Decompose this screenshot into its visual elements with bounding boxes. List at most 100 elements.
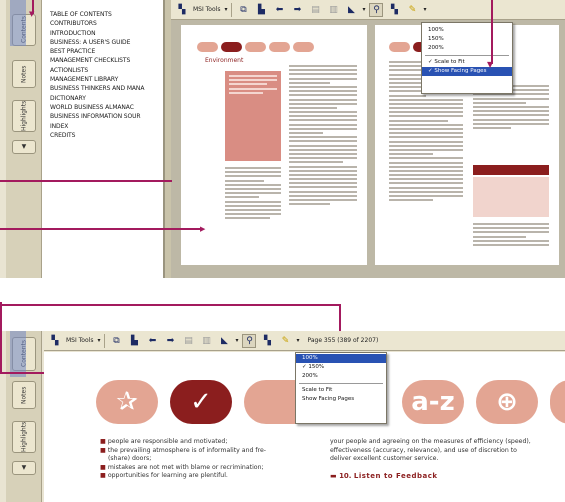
facing-pages-icon[interactable]: ▥ bbox=[326, 3, 340, 17]
callout-pointer bbox=[491, 0, 493, 64]
tab-notes-label: Notes bbox=[20, 65, 28, 83]
toc-item[interactable]: MANAGEMENT LIBRARY bbox=[50, 75, 163, 84]
arrow-down-icon: ▼ bbox=[29, 10, 35, 18]
top-toolbar: ▚ MSI Tools ▾ ⧉ ▙ ⬅ ➡ ▤ ▥ ◣ ▾ ⚲ ▚ ✎ ▾ bbox=[171, 0, 565, 20]
single-page-icon[interactable]: ▤ bbox=[181, 334, 195, 348]
bookmark-icon[interactable]: ◣ bbox=[344, 3, 358, 17]
arrow-down-icon: ▼ bbox=[487, 60, 494, 69]
zoom-icon[interactable]: ⚲ bbox=[242, 333, 257, 348]
zoom-option-200[interactable]: 200% bbox=[422, 44, 512, 53]
nav-pill-checklist[interactable]: ✓ bbox=[170, 380, 232, 424]
back-arrow-icon[interactable]: ⬅ bbox=[272, 3, 286, 17]
zoom-option-150[interactable]: 150% bbox=[422, 35, 512, 44]
forward-arrow-icon[interactable]: ➡ bbox=[290, 3, 304, 17]
left-page: Environment bbox=[181, 25, 367, 265]
nav-pill-more[interactable] bbox=[550, 380, 565, 424]
chevron-down-icon[interactable]: ▾ bbox=[423, 6, 426, 13]
tab-highlights[interactable]: Highlights bbox=[12, 421, 36, 453]
active-tab-indicator bbox=[10, 0, 26, 46]
paragraph: your people and agreeing on the measures… bbox=[330, 438, 531, 462]
toc-item[interactable]: INTRODUCTION bbox=[50, 29, 163, 38]
menu-separator bbox=[299, 383, 383, 384]
zoom-option-100[interactable]: 100% bbox=[422, 26, 512, 35]
facing-pages-icon[interactable]: ▥ bbox=[199, 334, 213, 348]
single-page-icon[interactable]: ▤ bbox=[308, 3, 322, 17]
page-heading: Environment bbox=[205, 57, 244, 64]
arrow-right-icon: ▶ bbox=[200, 225, 206, 233]
tools-menu-label[interactable]: MSI Tools bbox=[193, 6, 220, 13]
list-item: (share) doors; bbox=[108, 455, 152, 462]
zoom-option-facing-pages[interactable]: Show Facing Pages bbox=[296, 395, 386, 404]
chevron-down-icon[interactable]: ▾ bbox=[224, 6, 227, 13]
print-icon[interactable]: ▙ bbox=[127, 334, 141, 348]
back-arrow-icon[interactable]: ⬅ bbox=[145, 334, 159, 348]
copy-icon[interactable]: ⧉ bbox=[109, 334, 123, 348]
table-of-contents: TABLE OF CONTENTS CONTRIBUTORS INTRODUCT… bbox=[42, 0, 165, 278]
list-item: ■ opportunities for learning are plentif… bbox=[100, 472, 228, 479]
nav-pill-globe[interactable]: ⊕ bbox=[476, 380, 538, 424]
list-item: ■ mistakes are not met with blame or rec… bbox=[100, 463, 264, 471]
zoom-option-facing-pages[interactable]: ✓ Show Facing Pages bbox=[422, 67, 512, 76]
menu-separator bbox=[425, 55, 509, 56]
toc-item[interactable]: INDEX bbox=[50, 122, 163, 131]
toc-item-selected[interactable]: MANAGEMENT CHECKLISTS bbox=[50, 56, 163, 65]
chapter-nav-pills: a-z ⊕ bbox=[402, 380, 565, 424]
callout-pointer bbox=[0, 228, 203, 230]
zoom-option-200[interactable]: 200% bbox=[296, 372, 386, 381]
list-item: ■ the prevailing atmosphere is of inform… bbox=[100, 446, 267, 454]
right-column-text: your people and agreeing on the measures… bbox=[330, 438, 535, 480]
save-icon[interactable]: ▚ bbox=[175, 3, 189, 17]
tab-bookmark[interactable]: ▲ bbox=[12, 140, 36, 154]
print-icon[interactable]: ▙ bbox=[254, 3, 268, 17]
bookmark-icon[interactable]: ◣ bbox=[217, 334, 231, 348]
toc-item[interactable]: CREDITS bbox=[50, 131, 163, 140]
toc-item[interactable]: TABLE OF CONTENTS bbox=[50, 10, 163, 19]
callout-pointer bbox=[0, 372, 44, 374]
nav-pill-dictionary[interactable]: a-z bbox=[402, 380, 464, 424]
body-text-column bbox=[225, 167, 281, 221]
save-icon[interactable]: ▚ bbox=[260, 334, 274, 348]
chevron-down-icon[interactable]: ▾ bbox=[97, 337, 100, 344]
callout-box bbox=[473, 177, 549, 217]
tools-menu-label[interactable]: MSI Tools bbox=[66, 337, 93, 344]
chapter-nav-pills bbox=[181, 25, 367, 56]
tab-highlights[interactable]: Highlights bbox=[12, 100, 36, 132]
callout-pointer bbox=[0, 304, 340, 306]
highlighter-icon[interactable]: ✎ bbox=[405, 3, 419, 17]
chevron-down-icon[interactable]: ▾ bbox=[362, 6, 365, 13]
callout-pointer bbox=[0, 180, 172, 182]
toc-item[interactable]: ACTIONLISTS bbox=[50, 66, 163, 75]
tab-bookmark[interactable]: ▲ bbox=[12, 461, 36, 475]
nav-pill-star[interactable]: ✰ bbox=[96, 380, 158, 424]
toc-item[interactable]: WORLD BUSINESS ALMANAC bbox=[50, 103, 163, 112]
save-icon[interactable]: ▚ bbox=[48, 334, 62, 348]
toc-item[interactable]: BUSINESS THINKERS AND MANA bbox=[50, 84, 163, 93]
forward-arrow-icon[interactable]: ➡ bbox=[163, 334, 177, 348]
callout-pointer bbox=[0, 302, 2, 374]
active-tab-indicator bbox=[10, 331, 26, 377]
zoom-option-scale-to-fit[interactable]: Scale to Fit bbox=[296, 386, 386, 395]
tab-highlights-label: Highlights bbox=[20, 100, 28, 132]
zoom-option-100[interactable]: 100% bbox=[296, 354, 386, 363]
zoom-icon[interactable]: ⚲ bbox=[369, 2, 384, 17]
toc-item[interactable]: BEST PRACTICE bbox=[50, 47, 163, 56]
toc-item[interactable]: BUSINESS: A USER'S GUIDE bbox=[50, 38, 163, 47]
copy-icon[interactable]: ⧉ bbox=[236, 3, 250, 17]
tab-notes-label: Notes bbox=[20, 386, 28, 404]
bottom-toolbar: ▚ MSI Tools ▾ ⧉ ▙ ⬅ ➡ ▤ ▥ ◣ ▾ ⚲ ▚ ✎ ▾ Pa… bbox=[44, 331, 565, 351]
body-text-column bbox=[289, 65, 357, 207]
zoom-option-scale-to-fit[interactable]: ✓ Scale to Fit bbox=[422, 58, 512, 67]
toc-item[interactable]: CONTRIBUTORS bbox=[50, 19, 163, 28]
chevron-down-icon[interactable]: ▾ bbox=[235, 337, 238, 344]
tab-notes[interactable]: Notes bbox=[12, 60, 36, 88]
bullet-list: ■ people are responsible and motivated; … bbox=[100, 438, 328, 481]
section-header-bar bbox=[473, 165, 549, 175]
zoom-option-150[interactable]: ✓ 150% bbox=[296, 363, 386, 372]
tab-notes[interactable]: Notes bbox=[12, 381, 36, 409]
toc-item[interactable]: DICTIONARY bbox=[50, 94, 163, 103]
list-item: ■ people are responsible and motivated; bbox=[100, 438, 228, 445]
chevron-down-icon[interactable]: ▾ bbox=[296, 337, 299, 344]
save-icon[interactable]: ▚ bbox=[387, 3, 401, 17]
highlighter-icon[interactable]: ✎ bbox=[278, 334, 292, 348]
toc-item[interactable]: BUSINESS INFORMATION SOUR bbox=[50, 112, 163, 121]
